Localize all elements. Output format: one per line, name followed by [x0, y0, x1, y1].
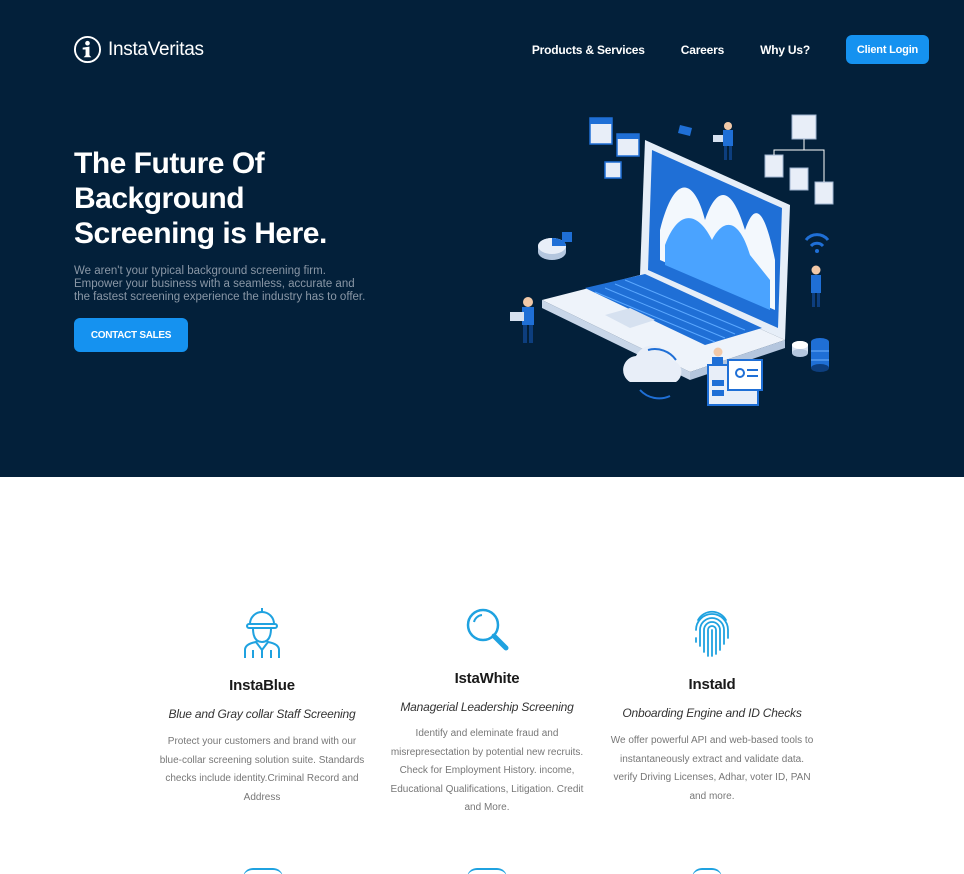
feature-description-line: checks include identity.Criminal Record … [165, 773, 359, 784]
nav-careers[interactable]: Careers [681, 43, 725, 57]
nav-why-us[interactable]: Why Us? [760, 43, 810, 57]
feature-subtitle: Blue and Gray collar Staff Screening [168, 707, 356, 721]
feature-istawhite: IstaWhite Managerial Leadership Screenin… [380, 606, 594, 818]
info-person-icon [73, 35, 102, 64]
feature-description-line: instantaneously extract and validate dat… [619, 753, 804, 765]
feature-subtitle: Onboarding Engine and ID Checks [622, 706, 802, 720]
laptop-analytics-illustration [510, 114, 834, 406]
hero-description-line: We aren't your typical background screen… [74, 265, 326, 277]
magnifier-icon [466, 608, 509, 651]
hero-title: The Future Of Background Screening is He… [74, 146, 404, 251]
hero-description: We aren't your typical background screen… [74, 265, 374, 304]
feature-description-line: Educational Qualifications, Litigation. … [390, 783, 584, 795]
feature-description-line: Address [243, 791, 281, 803]
hero-section: InstaVeritas Products & Services Careers… [0, 0, 964, 477]
worker-helmet-icon [244, 608, 280, 658]
feature-subtitle: Managerial Leadership Screening [400, 700, 574, 714]
feature-instaid: InstaId Onboarding Engine and ID Checks … [605, 606, 819, 806]
hero-title-line: Screening is Here. [74, 217, 327, 250]
main-nav: Products & Services Careers Why Us? Clie… [532, 35, 929, 64]
feature-title: InstaBlue [229, 677, 295, 694]
next-row-icon [243, 868, 283, 874]
feature-instablue: InstaBlue Blue and Gray collar Staff Scr… [155, 606, 369, 807]
feature-description-line: misrepresectation by potential new recru… [390, 746, 584, 758]
next-row-icon [692, 868, 722, 874]
hero-description-line: Empower your business with a seamless, a… [74, 278, 355, 290]
feature-description-line: Protect your customers and brand with ou… [167, 736, 357, 747]
feature-description-line: and more. [689, 790, 735, 802]
feature-description-line: Identify and eleminate fraud and [415, 728, 559, 739]
fingerprint-icon [695, 610, 729, 657]
feature-description-line: and More. [464, 802, 510, 813]
feature-description-line: Check for Employment History. income, [399, 765, 575, 776]
feature-title: InstaId [688, 676, 736, 693]
hero-title-line: Background [74, 182, 245, 215]
feature-description-line: blue-collar screening solution suite. St… [159, 754, 365, 766]
feature-description: Protect your customers and brand with ou… [155, 733, 369, 807]
nav-products-services[interactable]: Products & Services [532, 43, 645, 57]
hero-title-line: The Future Of [74, 147, 265, 180]
feature-description: We offer powerful API and web-based tool… [605, 732, 819, 806]
feature-title: IstaWhite [454, 670, 520, 687]
next-row-icon [467, 868, 507, 874]
feature-description-line: verify Driving Licenses, Adhar, voter ID… [613, 772, 811, 783]
hero-description-line: the fastest screening experience the ind… [74, 291, 366, 303]
feature-description: Identify and eleminate fraud and misrepr… [380, 725, 594, 818]
brand-name: InstaVeritas [108, 38, 204, 60]
contact-sales-button[interactable]: CONTACT SALES [74, 318, 188, 352]
brand-logo[interactable]: InstaVeritas [73, 35, 204, 64]
feature-description-line: We offer powerful API and web-based tool… [610, 735, 814, 746]
client-login-button[interactable]: Client Login [846, 35, 929, 64]
